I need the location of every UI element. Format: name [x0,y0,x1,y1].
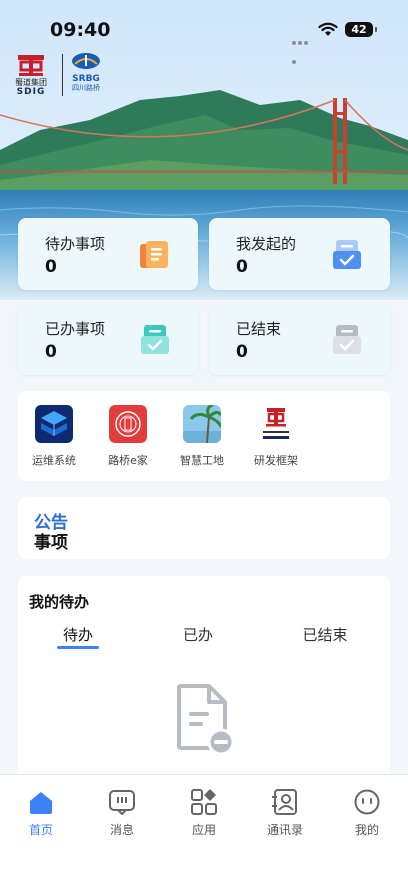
nav-me[interactable]: 我的 [337,789,397,838]
app-luqiao-ehome[interactable]: 路桥e家 [98,405,158,468]
contacts-book-icon [271,789,299,815]
my-todo-panel: 我的待办 待办 已办 已结束 [18,576,390,806]
notice-subtitle: 事项 [34,533,68,553]
tab-done[interactable]: 已办 [177,624,219,645]
smart-site-icon [183,405,221,443]
sdig-logo-en: SDIG [16,87,46,97]
app-smart-site[interactable]: 智慧工地 [172,405,232,468]
nav-home[interactable]: 首页 [11,789,71,838]
srbg-logo-cn: 四川路桥 [72,84,100,92]
card-pending-label: 待办事项 [45,235,106,253]
app-dev-framework[interactable]: 研发框架 [246,405,306,468]
home-icon [27,789,55,815]
nav-me-label: 我的 [354,823,379,837]
wifi-icon [318,22,338,41]
card-pending-value: 0 [45,257,57,277]
nav-contacts[interactable]: 通讯录 [255,789,315,838]
card-ended-label: 已结束 [236,320,282,338]
done-tray-icon [138,323,172,357]
tab-active-indicator [57,646,99,649]
app-dev-framework-label: 研发框架 [254,454,298,467]
srbg-logo-en: SRBG [72,74,100,84]
sdig-logo-cn: 蜀道集团 [15,78,47,87]
card-initiated-value: 0 [236,257,248,277]
apps-grid-icon [190,789,218,815]
profile-face-icon [353,789,381,815]
srbg-logo: SRBG 四川路桥 [68,52,104,98]
card-initiated-label: 我发起的 [236,235,297,253]
ended-tray-icon [330,323,364,357]
app-ops-system-label: 运维系统 [32,454,76,467]
dev-framework-icon [257,405,295,443]
app-shortcuts: 运维系统 路桥e家 智慧工地 研发框架 [18,391,390,481]
card-done-label: 已办事项 [45,320,106,338]
nav-contacts-label: 通讯录 [266,823,303,837]
logo-divider [62,54,63,96]
initiated-tray-icon [330,238,364,272]
todo-title: 我的待办 [29,593,90,611]
signal-dots-icon [292,30,314,64]
tab-ended[interactable]: 已结束 [297,624,353,645]
luqiao-ehome-icon [109,405,147,443]
card-pending[interactable]: 待办事项 0 [18,218,198,290]
tab-pending[interactable]: 待办 [57,624,99,645]
sdig-mark-icon [17,54,45,78]
app-luqiao-ehome-label: 路桥e家 [108,454,148,467]
srbg-mark-icon [72,53,100,69]
card-done-value: 0 [45,342,57,362]
sdig-logo: 蜀道集团 SDIG [8,54,54,98]
card-done[interactable]: 已办事项 0 [18,303,198,375]
status-time: 09:40 [50,19,111,41]
nav-apps[interactable]: 应用 [174,789,234,838]
battery-icon: 42 [345,22,377,37]
notice-card[interactable]: 公告 事项 [18,497,390,559]
empty-document-icon [175,684,235,756]
card-initiated[interactable]: 我发起的 0 [209,218,390,290]
app-smart-site-label: 智慧工地 [180,454,224,467]
card-ended[interactable]: 已结束 0 [209,303,390,375]
status-bar: 09:40 42 [0,0,408,64]
pending-docs-icon [138,238,172,272]
nav-home-label: 首页 [28,823,53,837]
bottom-nav: 首页 消息 应用 通讯录 我的 [0,774,408,884]
nav-messages[interactable]: 消息 [92,789,152,838]
card-ended-value: 0 [236,342,248,362]
ops-system-icon [35,405,73,443]
app-ops-system[interactable]: 运维系统 [24,405,84,468]
message-icon [108,789,136,816]
nav-messages-label: 消息 [109,823,134,837]
nav-apps-label: 应用 [191,823,216,837]
